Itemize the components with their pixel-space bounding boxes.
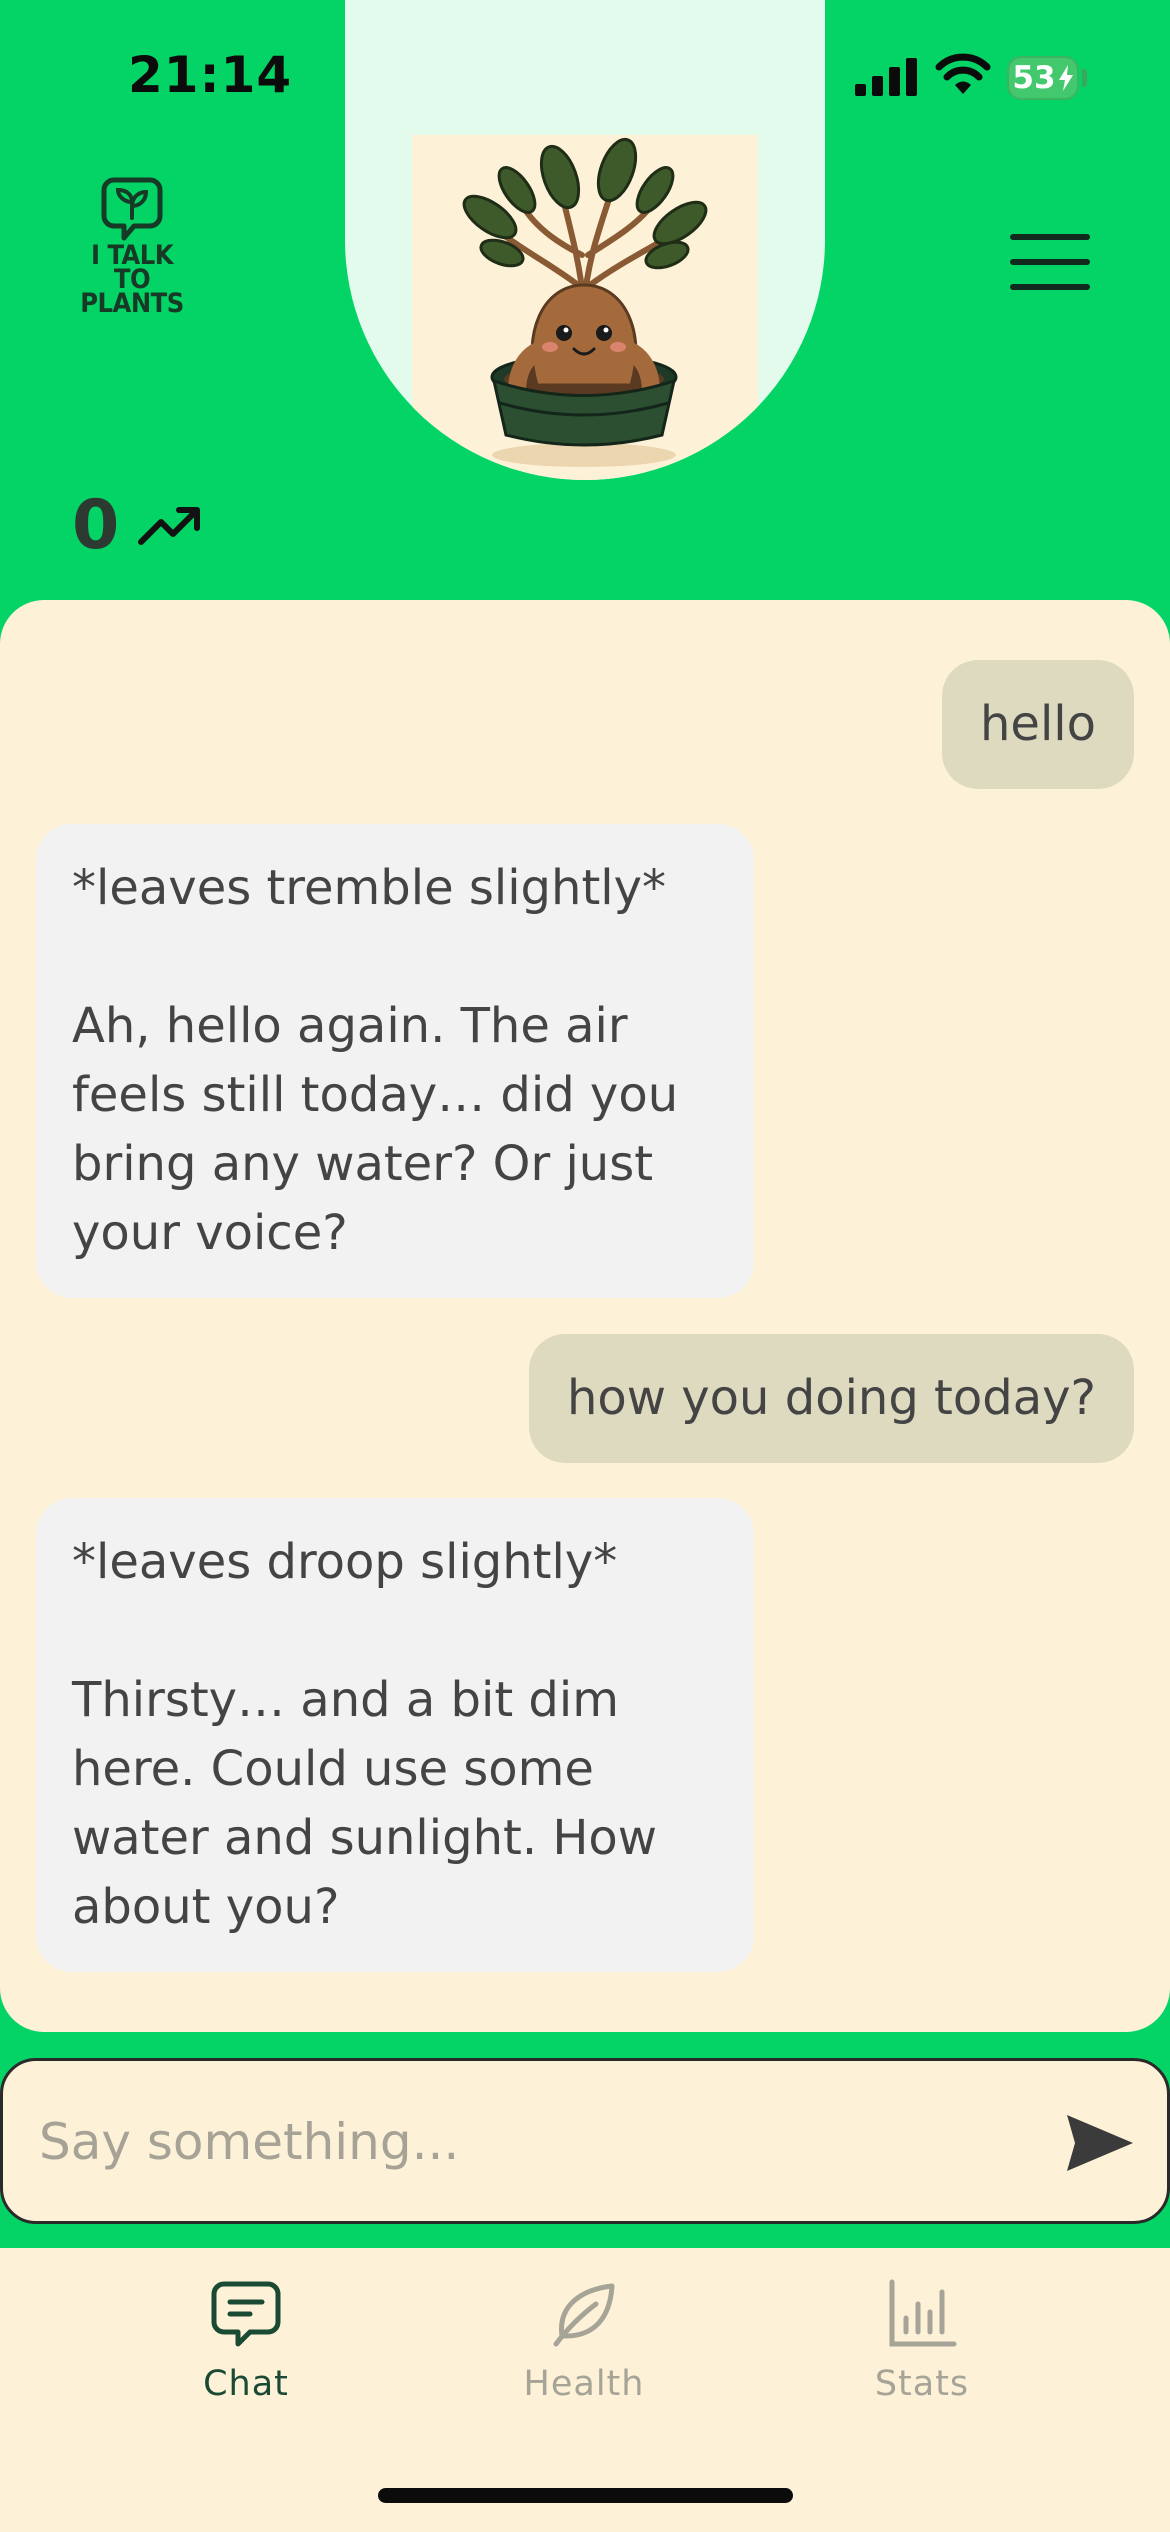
tab-chat[interactable]: Chat bbox=[136, 2278, 356, 2404]
plant-character-illustration bbox=[462, 137, 708, 467]
tab-stats[interactable]: Stats bbox=[812, 2278, 1032, 2404]
bar-chart-icon bbox=[889, 2279, 957, 2347]
chat-bubble-icon bbox=[211, 2281, 281, 2347]
chat-panel[interactable]: hello *leaves tremble slightly* Ah, hell… bbox=[0, 600, 1170, 2032]
home-indicator[interactable] bbox=[378, 2488, 793, 2503]
battery-cap bbox=[1082, 69, 1087, 87]
plant-portrait-arch bbox=[345, 0, 825, 480]
streak-indicator: 0 bbox=[72, 486, 201, 565]
plant-message: *leaves tremble slightly* Ah, hello agai… bbox=[36, 824, 754, 1298]
app-logo: I TALK TO PLANTS bbox=[72, 176, 192, 326]
tab-label: Chat bbox=[203, 2364, 289, 2404]
battery-level: 53 bbox=[1012, 60, 1056, 96]
trending-up-icon bbox=[138, 506, 201, 545]
logo-text: I TALK TO PLANTS bbox=[80, 240, 184, 319]
wifi-icon bbox=[935, 53, 991, 94]
tab-label: Stats bbox=[874, 2364, 970, 2404]
message-composer bbox=[0, 2058, 1170, 2224]
sprout-speech-bubble-icon bbox=[101, 177, 163, 241]
battery-indicator: 53 bbox=[1007, 56, 1079, 100]
plant-message: *leaves droop slightly* Thirsty… and a b… bbox=[36, 1498, 754, 1972]
user-message: how you doing today? bbox=[528, 1334, 1134, 1463]
leaf-icon bbox=[553, 2283, 615, 2347]
message-input[interactable] bbox=[37, 2091, 1021, 2193]
status-time: 21:14 bbox=[128, 46, 293, 104]
tab-label: Health bbox=[523, 2364, 645, 2404]
charging-bolt-icon bbox=[1058, 65, 1073, 91]
user-message: hello bbox=[942, 660, 1134, 789]
streak-count: 0 bbox=[72, 486, 120, 565]
hamburger-menu-icon[interactable] bbox=[1010, 234, 1090, 292]
plant-avatar[interactable] bbox=[412, 135, 758, 480]
send-icon[interactable] bbox=[1065, 2113, 1135, 2173]
tab-health[interactable]: Health bbox=[474, 2278, 694, 2404]
cellular-signal-icon bbox=[855, 58, 917, 96]
